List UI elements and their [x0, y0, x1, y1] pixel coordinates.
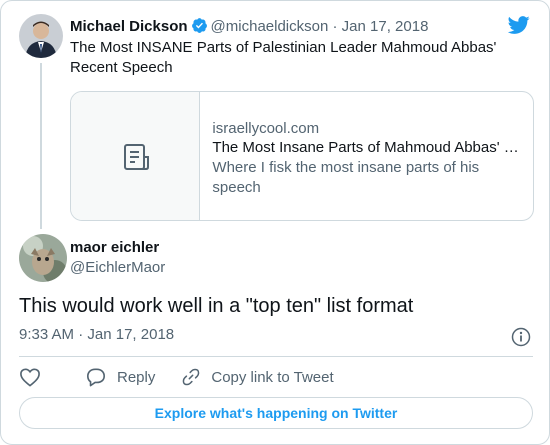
verified-badge-icon — [191, 18, 207, 33]
parent-tweet-date[interactable]: Jan 17, 2018 — [342, 18, 429, 35]
link-preview-body: israellycool.com The Most Insane Parts o… — [200, 92, 533, 220]
parent-author-handle[interactable]: @michaeldickson — [211, 18, 329, 35]
link-icon — [183, 368, 200, 386]
link-thumbnail — [71, 92, 201, 220]
thread-connector-line — [40, 63, 42, 229]
info-icon[interactable] — [511, 327, 531, 347]
like-button[interactable] — [19, 367, 51, 387]
tweet-embed-card: Michael Dickson @michaeldickson · Jan 17,… — [0, 0, 550, 445]
copy-link-button[interactable]: Copy link to Tweet — [181, 367, 334, 387]
meta-separator: · — [78, 326, 84, 343]
reply-label: Reply — [117, 368, 156, 386]
reply-tweet-text: This would work well in a "top ten" list… — [19, 295, 414, 317]
parent-author-name[interactable]: Michael Dickson — [70, 18, 188, 35]
link-title: The Most Insane Parts of Mahmoud Abbas' … — [212, 139, 520, 156]
reply-author-name[interactable]: maor eichler — [70, 239, 159, 256]
reply-button[interactable]: Reply — [85, 367, 155, 387]
parent-tweet-header: Michael Dickson @michaeldickson · Jan 17,… — [70, 17, 428, 35]
reply-icon — [87, 368, 105, 387]
reply-author-avatar[interactable] — [19, 234, 67, 282]
article-icon — [124, 144, 149, 170]
heart-icon — [20, 368, 40, 387]
parent-author-avatar[interactable] — [19, 14, 63, 58]
actions-divider — [19, 356, 533, 357]
reply-tweet-timestamp[interactable]: 9:33 AM · Jan 17, 2018 — [19, 326, 174, 343]
reply-date: Jan 17, 2018 — [87, 326, 175, 343]
explore-twitter-button[interactable]: Explore what's happening on Twitter — [19, 397, 533, 429]
reply-time: 9:33 AM — [19, 326, 75, 343]
tweet-actions-bar: Reply Copy link to Tweet — [19, 366, 360, 388]
link-description: Where I fisk the most insane parts of hi… — [212, 159, 480, 196]
twitter-bird-icon[interactable] — [507, 14, 531, 36]
link-preview-card[interactable]: israellycool.com The Most Insane Parts o… — [70, 91, 534, 221]
reply-author-handle[interactable]: @EichlerMaor — [70, 259, 165, 276]
link-domain: israellycool.com — [212, 120, 320, 137]
parent-tweet-text: The Most INSANE Parts of Palestinian Lea… — [70, 39, 497, 76]
header-separator: · — [332, 18, 338, 35]
copy-link-label: Copy link to Tweet — [211, 368, 334, 386]
